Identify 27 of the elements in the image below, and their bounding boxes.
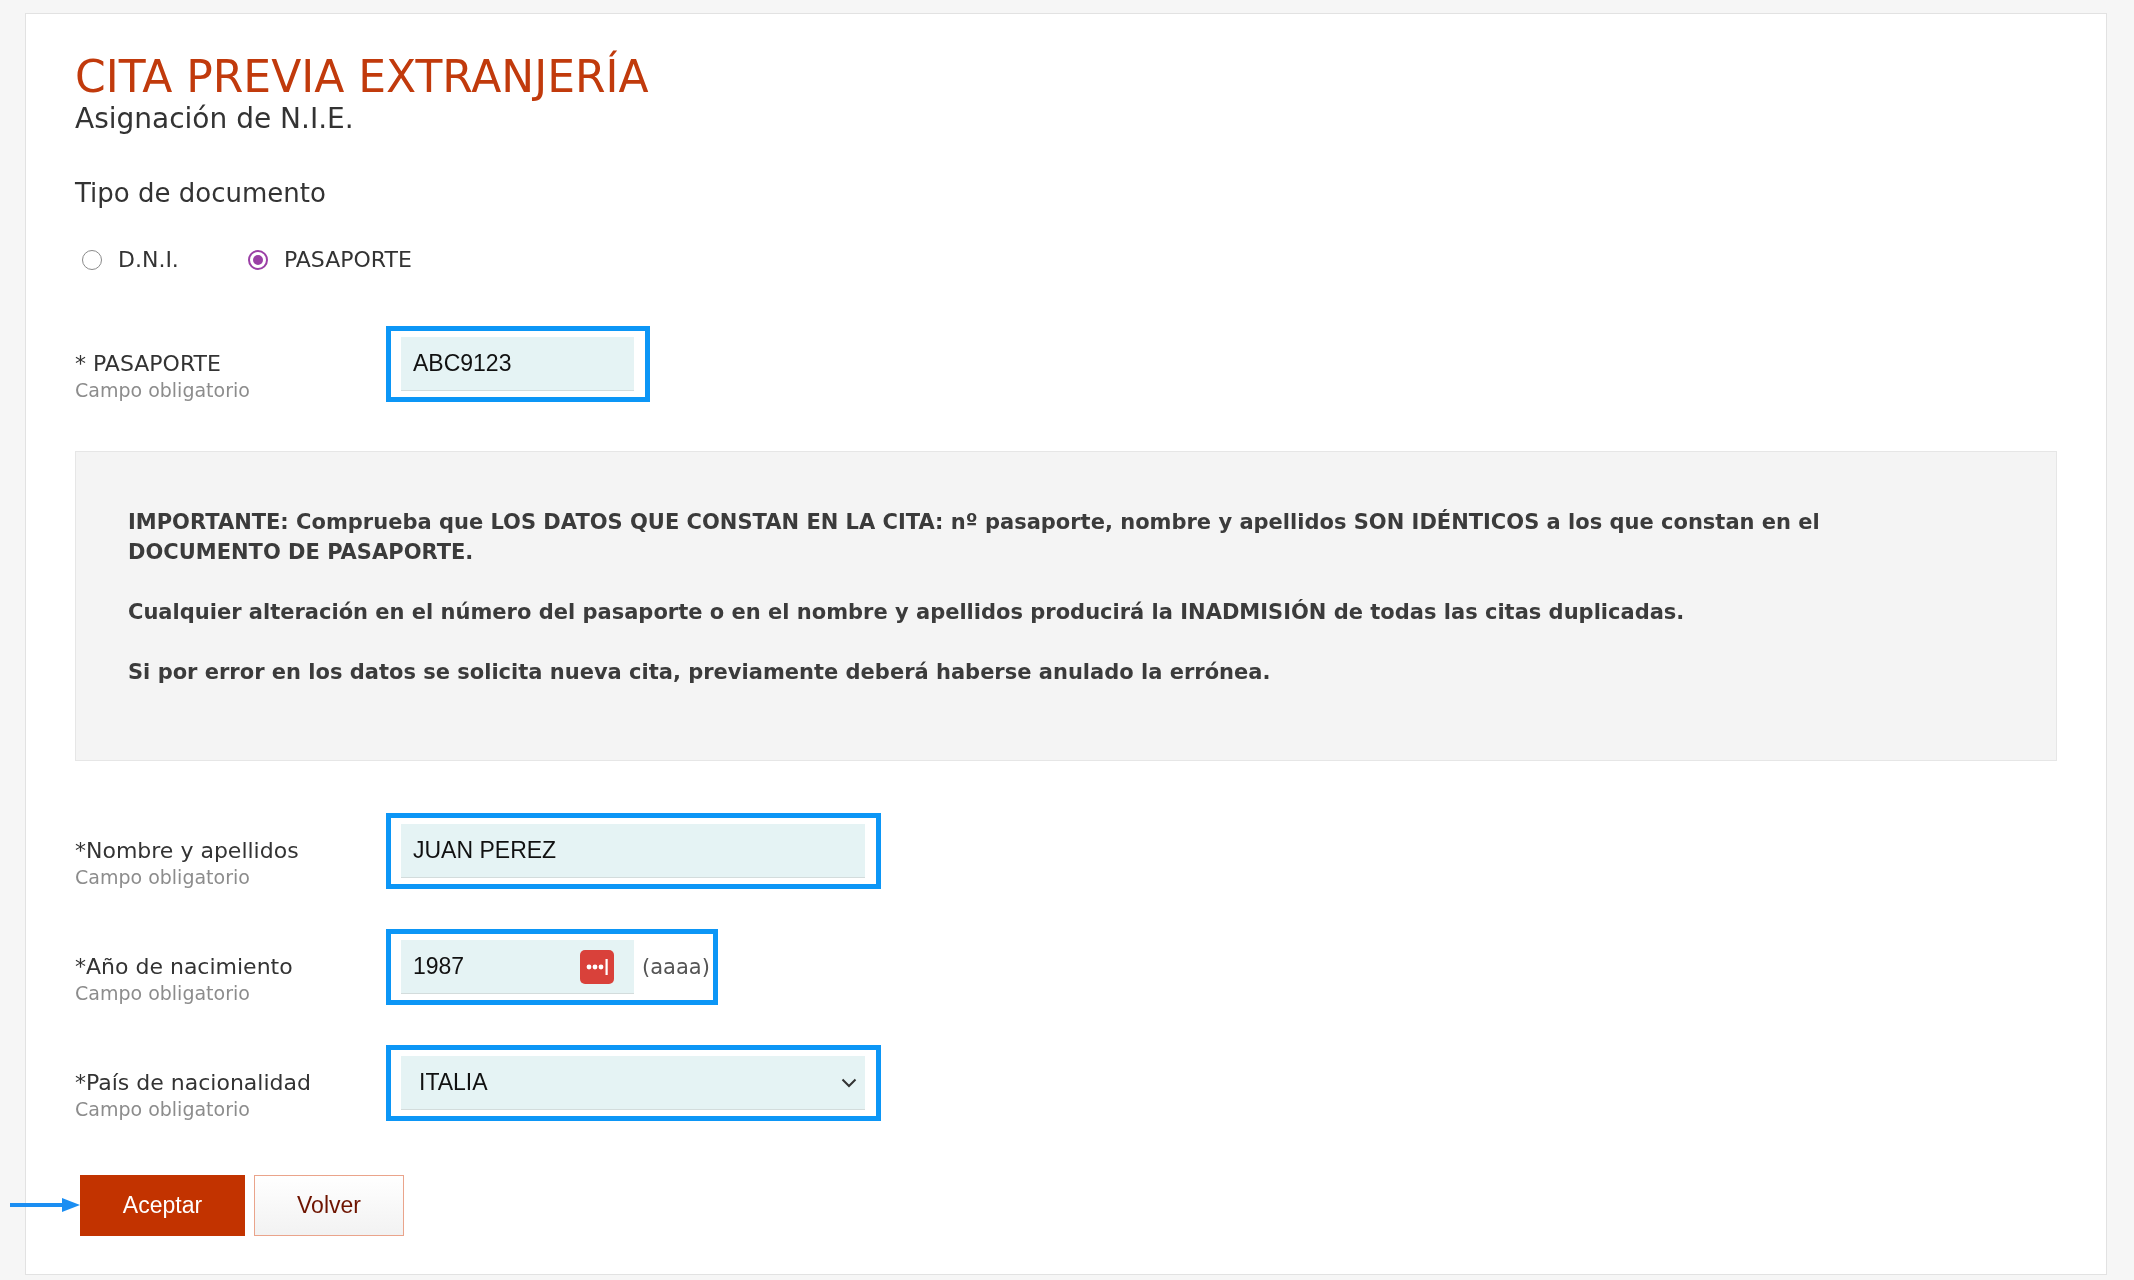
required-hint: Campo obligatorio <box>75 981 251 1005</box>
text-input[interactable]: JUAN PEREZ <box>401 824 865 878</box>
back-button[interactable]: Volver <box>254 1175 404 1236</box>
country-select[interactable]: ITALIA <box>401 1056 865 1110</box>
field-label: *Nombre y apellidos <box>75 837 300 865</box>
field-label: *País de nacionalidad <box>75 1069 312 1097</box>
notice-paragraph: IMPORTANTE: Comprueba que LOS DATOS QUE CONSTAN EN LA CITA: nº pasaporte, nombre y apellidos SON IDÉNTICOS a los que constan en el DOCUMENTO DE PASAPORTE. <box>128 508 1821 566</box>
required-hint: Campo obligatorio <box>75 865 251 889</box>
radio-button[interactable] <box>82 250 102 270</box>
accept-button[interactable]: Aceptar <box>80 1175 245 1236</box>
radio-label[interactable]: PASAPORTE <box>283 245 412 275</box>
format-hint: (aaaa) <box>642 954 710 981</box>
radio-button[interactable] <box>247 250 268 270</box>
notice-paragraph: Si por error en los datos se solicita nueva cita, previamente deberá haberse anulado la errónea. <box>128 659 1272 686</box>
dots-icon[interactable] <box>580 949 614 984</box>
chevron-down-icon <box>841 1077 857 1088</box>
field-label: * PASAPORTE <box>75 350 222 378</box>
required-hint: Campo obligatorio <box>75 378 251 402</box>
year-input[interactable]: 1987 <box>401 940 634 994</box>
field-label: *Año de nacimiento <box>75 953 294 981</box>
text-input[interactable]: ABC9123 <box>401 337 634 391</box>
page-title: CITA PREVIA EXTRANJERÍA <box>75 52 649 102</box>
page-subtitle: Asignación de N.I.E. <box>75 102 354 136</box>
section-heading: Tipo de documento <box>75 177 326 210</box>
radio-label[interactable]: D.N.I. <box>118 245 179 275</box>
notice-paragraph: Cualquier alteración en el número del pasaporte o en el nombre y apellidos producirá la INADMISIÓN de todas las citas duplicadas. <box>128 598 1686 626</box>
required-hint: Campo obligatorio <box>75 1097 251 1121</box>
